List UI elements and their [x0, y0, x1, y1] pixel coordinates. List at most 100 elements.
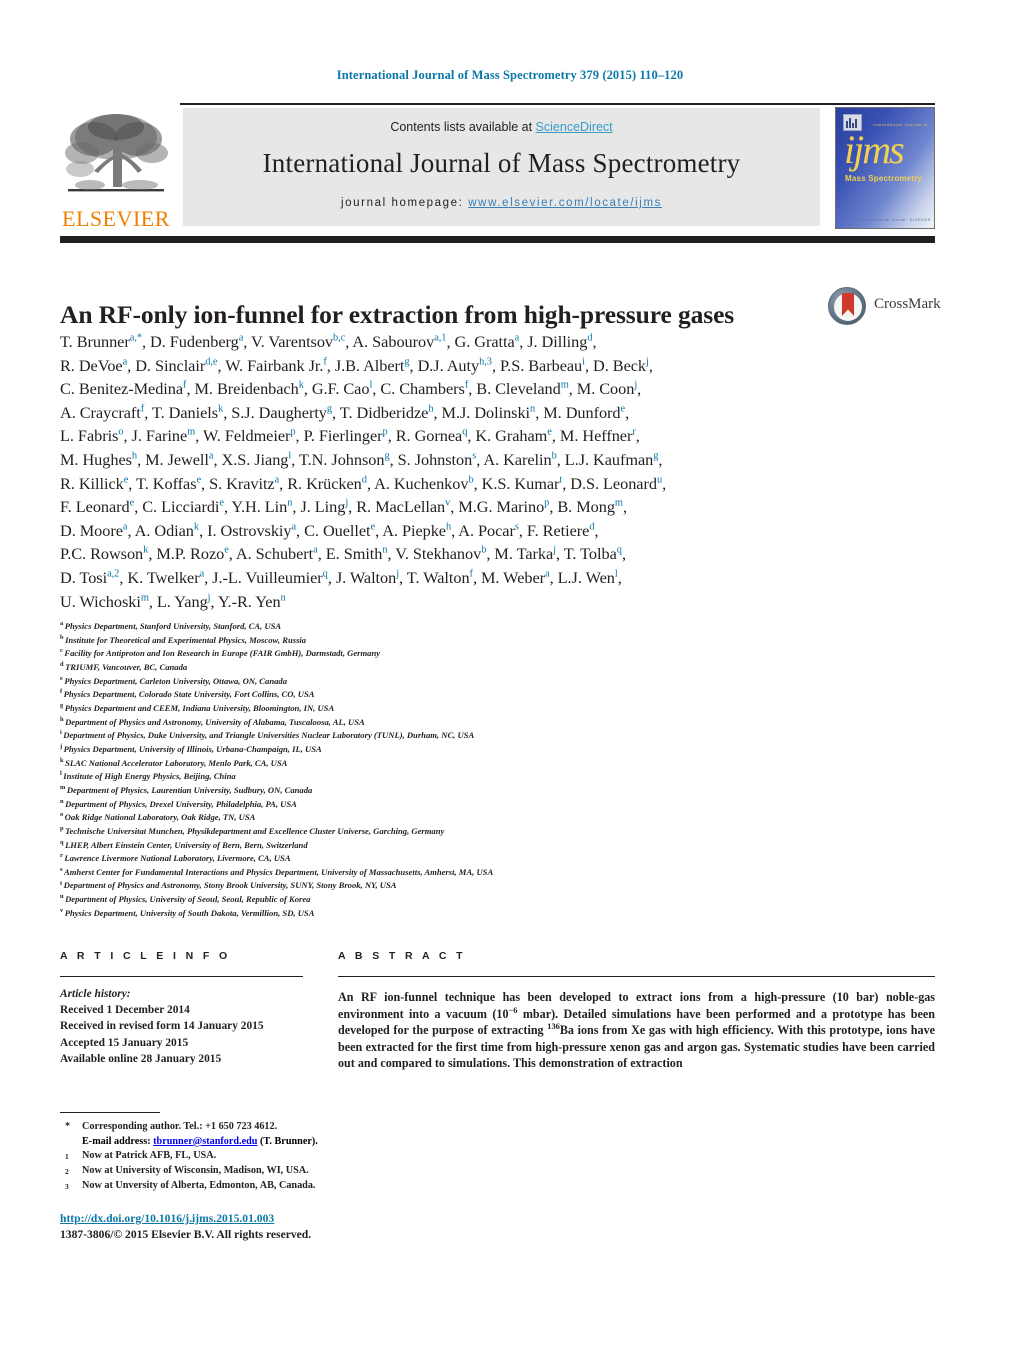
affiliation-key: p: [60, 824, 64, 832]
author-name: C. Benitez-Medina: [60, 379, 184, 399]
author-name: , Y.H. Lin: [223, 497, 288, 517]
author-name: , R. Krücken: [279, 473, 362, 493]
author-name: , J. Dilling: [519, 332, 588, 351]
affiliation-key: d: [60, 661, 64, 669]
affiliation-text: Physics Department, Carleton University,…: [64, 675, 287, 686]
author-name: ,: [621, 544, 626, 564]
author-affiliation-marker[interactable]: m: [141, 592, 149, 603]
footnote-numbered-list: 1 Now at Patrick AFB, FL, USA. 2 Now at Uni…: [60, 1149, 490, 1193]
author-name: , L.J. Wen: [549, 567, 615, 587]
author-name: , T. Daniels: [144, 402, 219, 422]
author-name: , D.S. Leonard: [562, 473, 657, 493]
affiliation-item: i Department of Physics, Duke University,…: [60, 729, 900, 743]
footnote-email-row: E-mail address: tbrunner@stanford.edu (T…: [60, 1135, 490, 1150]
sciencedirect-link[interactable]: ScienceDirect: [536, 120, 613, 134]
affiliation-key: k: [60, 756, 64, 764]
author-name: , M. Jewell: [137, 449, 209, 469]
affiliation-item: c Facility for Antiproton and Ion Researc…: [60, 647, 900, 661]
affiliation-item: a Physics Department, Stanford University…: [60, 620, 900, 634]
abstract-text: An RF ion-funnel technique has been deve…: [338, 989, 935, 1072]
affiliation-key: i: [60, 729, 62, 737]
affiliation-item: r Lawrence Livermore National Laboratory,…: [60, 852, 900, 866]
affiliation-text: Department of Physics, Laurentian Univer…: [66, 784, 313, 795]
elsevier-logo: ELSEVIER: [60, 109, 172, 231]
affiliation-key: u: [60, 893, 64, 901]
crossmark-badge[interactable]: CrossMark: [828, 285, 941, 329]
author-line: D. Tosia,2, K. Twelkera, J.-L. Vuilleumi…: [60, 566, 850, 590]
copyright-line: 1387-3806/© 2015 Elsevier B.V. All right…: [60, 1228, 312, 1241]
author-name: R. Killick: [60, 473, 124, 493]
affiliation-key: m: [60, 784, 66, 792]
journal-title: International Journal of Mass Spectromet…: [262, 148, 741, 178]
author-affiliation-marker[interactable]: m: [187, 427, 195, 438]
author-name: , T. Tolba: [556, 544, 617, 564]
author-name: , A. Kuchenkov: [366, 473, 469, 493]
author-affiliation-marker[interactable]: a,2: [107, 569, 119, 580]
author-name: , T. Didberidze: [332, 402, 429, 422]
author-name: , D.J. Auty: [409, 355, 480, 375]
affiliation-item: v Physics Department, University of South…: [60, 907, 900, 921]
journal-homepage-link[interactable]: www.elsevier.com/locate/ijms: [468, 197, 662, 209]
affiliation-text: Department of Physics, University of Seo…: [65, 894, 311, 905]
affiliation-item: n Department of Physics, Drexel Universit…: [60, 798, 900, 812]
affiliation-text: Institute of High Energy Physics, Beijin…: [63, 771, 236, 782]
author-name: , X.S. Jiang: [213, 449, 289, 469]
affiliation-item: l Institute of High Energy Physics, Beiji…: [60, 770, 900, 784]
author-line: F. Leonarde, C. Licciardie, Y.H. Linn, J…: [60, 495, 850, 519]
affiliation-text: TRIUMF, Vancouver, BC, Canada: [65, 661, 188, 672]
author-name: , R. Gornea: [387, 426, 463, 446]
author-line: T. Brunnera,*, D. Fudenberga, V. Varents…: [60, 330, 850, 354]
affiliation-item: m Department of Physics, Laurentian Unive…: [60, 784, 900, 798]
author-line: R. DeVoea, D. Sinclaird,e, W. Fairbank J…: [60, 354, 850, 378]
author-name: , C. Ouellet: [296, 520, 371, 540]
author-name: , A. Odian: [127, 520, 194, 540]
author-name: , D. Fudenberg: [142, 332, 239, 351]
author-name: , T. Koffas: [128, 473, 197, 493]
author-name: , M.G. Marino: [450, 497, 545, 517]
abstract-section: A B S T R A C T An RF ion-funnel techniq…: [338, 950, 935, 1084]
footnote-corresponding-text: Corresponding author. Tel.: +1 650 723 4…: [82, 1121, 278, 1133]
author-name: , W. Fairbank Jr.: [217, 355, 324, 375]
author-name: A. Craycraft: [60, 402, 141, 422]
article-history-item: Received 1 December 2014: [60, 1004, 190, 1017]
cover-ijms-logo: ijms: [844, 127, 905, 172]
elsevier-tree-icon: [60, 109, 172, 204]
author-affiliation-marker[interactable]: a,*: [130, 333, 142, 344]
author-affiliation-marker[interactable]: m: [615, 498, 623, 509]
author-affiliation-marker[interactable]: n: [281, 592, 286, 603]
affiliation-text: Physics Department, University of South …: [64, 907, 315, 918]
article-history-item: Available online 28 January 2015: [60, 1052, 222, 1065]
author-name: ,: [617, 567, 622, 587]
affiliation-key: v: [60, 906, 64, 914]
author-affiliation-marker[interactable]: b,c: [333, 333, 345, 344]
affiliation-text: Technische Universitat Munchen, Physikde…: [65, 825, 445, 836]
author-name: , E. Smith: [317, 544, 383, 564]
author-name: ,: [637, 379, 642, 399]
author-name: , I. Ostrovskiy: [199, 520, 292, 540]
footnote-rule: [60, 1112, 160, 1114]
author-affiliation-marker[interactable]: a,1: [434, 333, 446, 344]
affiliation-key: h: [60, 715, 64, 723]
author-name: , J. Ling: [292, 497, 346, 517]
affiliation-item: g Physics Department and CEEM, Indiana Un…: [60, 702, 900, 716]
author-affiliation-marker[interactable]: h,3: [479, 356, 492, 367]
author-name: ,: [594, 520, 599, 540]
author-name: D. Tosi: [60, 567, 108, 587]
footnote-corresponding-author: * Corresponding author. Tel.: +1 650 723…: [60, 1120, 490, 1135]
article-info-section: A R T I C L E I N F O Article history: R…: [60, 950, 303, 1067]
affiliation-item: d TRIUMF, Vancouver, BC, Canada: [60, 661, 900, 675]
affiliation-key: b: [60, 633, 64, 641]
affiliation-key: g: [60, 702, 64, 710]
doi-link[interactable]: http://dx.doi.org/10.1016/j.ijms.2015.01…: [60, 1212, 274, 1225]
author-name: M. Hughes: [60, 449, 132, 469]
article-history-lines: Received 1 December 2014 Received in revi…: [60, 1002, 303, 1067]
affiliation-item: k SLAC National Accelerator Laboratory, M…: [60, 757, 900, 771]
author-name: D. Moore: [60, 520, 123, 540]
author-name: , F. Retiere: [518, 520, 590, 540]
author-name: , M. Coon: [568, 379, 635, 399]
article-history-item: Accepted 15 January 2015: [60, 1036, 189, 1049]
email-link[interactable]: tbrunner@stanford.edu: [153, 1136, 257, 1147]
author-affiliation-marker[interactable]: d,e: [205, 356, 217, 367]
affiliation-item: u Department of Physics, University of Se…: [60, 893, 900, 907]
author-affiliation-marker[interactable]: m: [561, 380, 569, 391]
